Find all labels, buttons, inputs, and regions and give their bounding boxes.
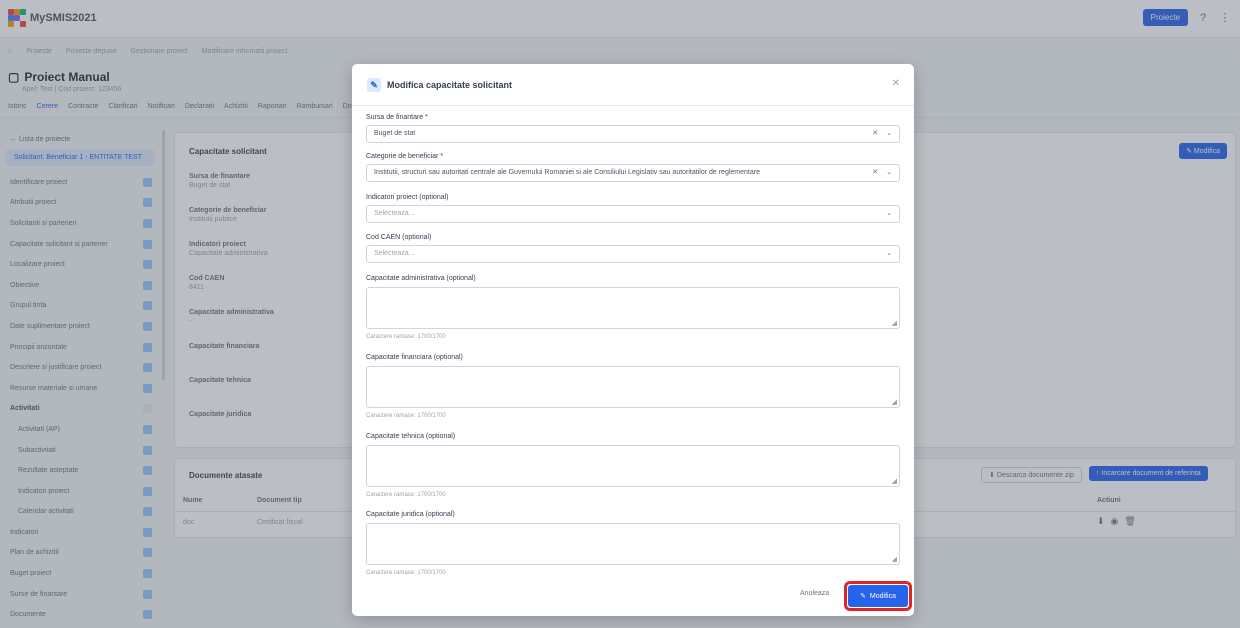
- indicators-label: Indicatori proiect (optional): [366, 194, 449, 201]
- technical-capacity-hint: Caractere ramase: 1700/1700: [366, 492, 446, 498]
- funding-source-select[interactable]: Buget de stat ✕ ⌄: [366, 125, 900, 143]
- admin-capacity-label: Capacitate administrativa (optional): [366, 275, 476, 282]
- beneficiary-category-select[interactable]: Institutii, structuri sau autoritati cen…: [366, 164, 900, 182]
- technical-capacity-label: Capacitate tehnica (optional): [366, 433, 456, 440]
- edit-icon: ✎: [860, 593, 866, 600]
- close-icon[interactable]: ✕: [892, 78, 900, 89]
- financial-capacity-hint: Caractere ramase: 1700/1700: [366, 413, 446, 419]
- modal-title: Modifica capacitate solicitant: [387, 80, 513, 90]
- indicators-placeholder: Selecteaza...: [374, 210, 415, 217]
- chevron-down-icon[interactable]: ⌄: [886, 168, 892, 176]
- resize-grip-icon[interactable]: ◢: [892, 319, 897, 327]
- modal-footer: Anuleaza ✎ Modifica: [352, 574, 914, 616]
- funding-source-label: Sursa de finantare *: [366, 114, 428, 121]
- resize-grip-icon[interactable]: ◢: [892, 555, 897, 563]
- chevron-down-icon[interactable]: ⌄: [886, 209, 892, 217]
- resize-grip-icon[interactable]: ◢: [892, 477, 897, 485]
- funding-source-value: Buget de stat: [374, 130, 416, 137]
- submit-modify-button[interactable]: ✎ Modifica: [848, 585, 908, 607]
- clear-icon[interactable]: ✕: [872, 129, 878, 137]
- admin-capacity-textarea[interactable]: ◢: [366, 287, 900, 329]
- legal-capacity-label: Capacitate juridica (optional): [366, 511, 455, 518]
- edit-capacity-modal: ✎ Modifica capacitate solicitant ✕ Sursa…: [352, 64, 914, 616]
- clear-icon[interactable]: ✕: [872, 168, 878, 176]
- edit-icon: ✎: [367, 78, 381, 92]
- financial-capacity-textarea[interactable]: ◢: [366, 366, 900, 408]
- submit-label: Modifica: [869, 592, 896, 600]
- chevron-down-icon[interactable]: ⌄: [886, 249, 892, 257]
- financial-capacity-label: Capacitate financiara (optional): [366, 354, 463, 361]
- technical-capacity-textarea[interactable]: ◢: [366, 445, 900, 487]
- caen-placeholder: Selecteaza...: [374, 250, 415, 257]
- cancel-button[interactable]: Anuleaza: [800, 590, 829, 597]
- chevron-down-icon[interactable]: ⌄: [886, 129, 892, 137]
- modal-header: ✎ Modifica capacitate solicitant ✕: [352, 64, 914, 106]
- beneficiary-category-value: Institutii, structuri sau autoritati cen…: [374, 169, 760, 176]
- legal-capacity-textarea[interactable]: ◢: [366, 523, 900, 565]
- admin-capacity-hint: Caractere ramase: 1700/1700: [366, 334, 446, 340]
- indicators-select[interactable]: Selecteaza... ⌄: [366, 205, 900, 223]
- beneficiary-category-label: Categorie de beneficiar *: [366, 153, 444, 160]
- caen-select[interactable]: Selecteaza... ⌄: [366, 245, 900, 263]
- resize-grip-icon[interactable]: ◢: [892, 398, 897, 406]
- caen-label: Cod CAEN (optional): [366, 234, 432, 241]
